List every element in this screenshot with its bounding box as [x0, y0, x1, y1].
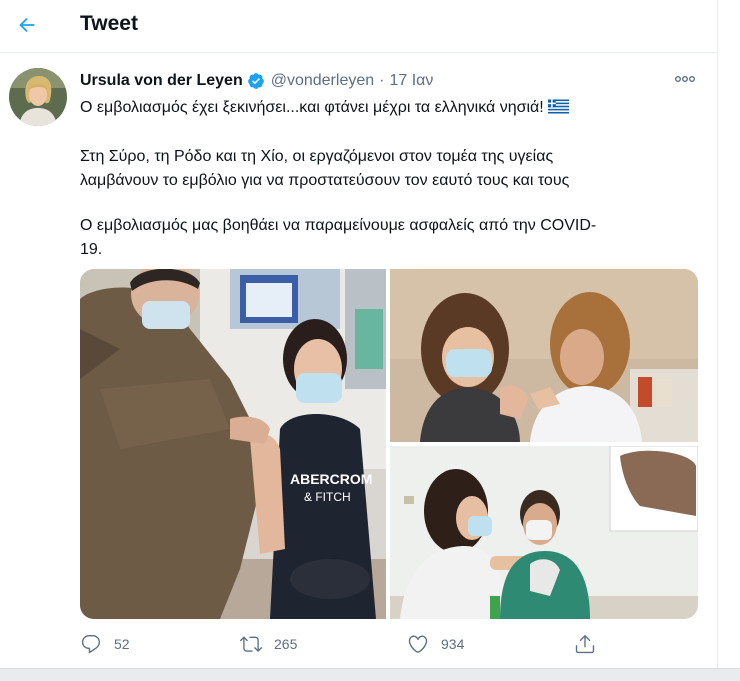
- tweet-actions: 52 265 934: [80, 630, 700, 658]
- photo-1[interactable]: ABERCROM & FITCH: [80, 269, 386, 619]
- like-count: 934: [441, 636, 465, 652]
- separator-dot: ·: [379, 72, 385, 89]
- avatar[interactable]: [9, 68, 67, 126]
- tweet-text-p3-line2: 19.: [80, 241, 103, 258]
- reply-button[interactable]: 52: [80, 630, 130, 658]
- tweet-text-p2-line1: Στη Σύρο, τη Ρόδο και τη Χίο, οι εργαζόμ…: [80, 148, 554, 165]
- reply-count: 52: [114, 636, 130, 652]
- scroll-gutter: [718, 0, 740, 668]
- author-row: Ursula von der Leyen @vonderleyen · 17 Ι…: [80, 70, 433, 92]
- tweet-text-intro: Ο εμβολιασμός έχει ξεκινήσει...και φτάνε…: [80, 99, 544, 116]
- tweet-text-paragraph-3: Ο εμβολιασμός μας βοηθάει να παραμείνουμ…: [80, 214, 700, 262]
- more-options-button[interactable]: [668, 70, 702, 88]
- back-button[interactable]: [10, 8, 44, 42]
- media-grid: ABERCROM & FITCH: [80, 269, 698, 619]
- tweet-text-p2-line2: λαμβάνουν το εμβόλιο για να προστατεύσου…: [80, 172, 570, 189]
- tweet-text-paragraph-2: Στη Σύρο, τη Ρόδο και τη Χίο, οι εργαζόμ…: [80, 145, 700, 193]
- reply-icon: [81, 635, 101, 654]
- tweet-date[interactable]: 17 Ιαν: [389, 72, 433, 90]
- tweet-text-p3-line1: Ο εμβολιασμός μας βοηθάει να παραμείνουμ…: [80, 217, 597, 234]
- photo-2[interactable]: [390, 269, 698, 442]
- page-header: Tweet: [0, 0, 717, 53]
- heart-icon: [408, 635, 428, 653]
- verified-badge-icon: [247, 72, 265, 90]
- author-handle[interactable]: @vonderleyen: [271, 72, 374, 90]
- photo-3[interactable]: [390, 446, 698, 619]
- more-horizontal-icon: [675, 76, 695, 82]
- share-icon: [575, 635, 595, 654]
- arrow-left-icon: [19, 17, 35, 33]
- like-button[interactable]: 934: [407, 630, 464, 658]
- page-title: Tweet: [80, 12, 138, 35]
- retweet-icon: [240, 636, 262, 652]
- tweet-detail-panel: Tweet Ursula von der Leyen @vonderleyen …: [0, 0, 718, 668]
- retweet-button[interactable]: 265: [240, 630, 297, 658]
- tweet-text-line1: Ο εμβολιασμός έχει ξεκινήσει...και φτάνε…: [80, 96, 700, 122]
- bottom-divider: [0, 668, 740, 681]
- svg-text:ABERCROM: ABERCROM: [290, 471, 372, 487]
- greek-flag-icon: [547, 98, 569, 122]
- retweet-count: 265: [274, 636, 298, 652]
- share-button[interactable]: [574, 630, 596, 658]
- svg-text:& FITCH: & FITCH: [304, 490, 351, 504]
- author-name[interactable]: Ursula von der Leyen: [80, 72, 243, 90]
